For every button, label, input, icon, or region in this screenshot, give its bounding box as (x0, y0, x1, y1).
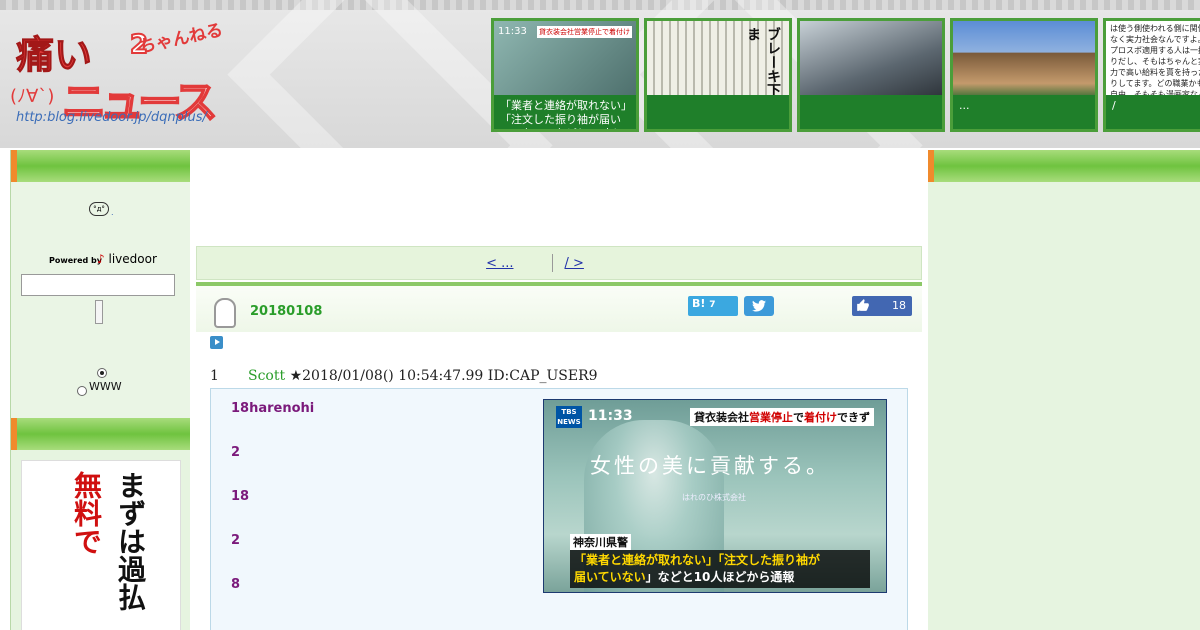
header-stripe (0, 0, 1200, 10)
next-article-link[interactable]: / > (565, 256, 632, 271)
livedoor-icon: ♪ (97, 252, 105, 266)
news-slogan: 女性の美に貢献する。 (590, 454, 830, 478)
search-section: °д° . Powered by ♪ livedoor WWW (11, 182, 190, 418)
logo-url: http:blog.livedoor.jp/dqnplus/ (16, 110, 207, 125)
sidebar-header-bar (11, 150, 191, 182)
search-input[interactable] (21, 274, 175, 296)
news-screenshot-image[interactable]: TBS NEWS 11:33 貸衣装会社営業停止で着付けできず 女性の美に貢献す… (543, 399, 887, 593)
facebook-like-button[interactable]: 18 (852, 296, 912, 316)
header-thumbnails: 11:33 貸衣装会社営業停止で着付け 「業者と連絡が取れない」「注文した振り袖… (491, 18, 1200, 134)
ad-text-black: まずは過払 (114, 471, 147, 611)
search-button[interactable] (95, 300, 103, 324)
response-line: 2 (231, 445, 241, 460)
twitter-bird-icon (752, 300, 766, 312)
news-headline-part: 貸衣装会社 (694, 411, 749, 424)
news-caption-line1: 「業者と連絡が取れない」「注文した振り袖が (574, 553, 821, 567)
hatena-bookmark-button[interactable]: B! 7 (688, 296, 738, 316)
sidebar-header-bar (928, 150, 1200, 182)
thumb-image (953, 21, 1095, 99)
news-place: 神奈川県警 (570, 534, 631, 550)
thumbs-up-icon (857, 299, 869, 311)
site-header: 痛い 2 ちゃんねる (ﾉ∀`) ニュース http:blog.livedoor… (0, 0, 1200, 148)
livedoor-label: livedoor (108, 252, 157, 266)
smiley-icon: °д° (89, 202, 109, 216)
news-headline-red: 営業停止 (749, 411, 793, 424)
response-name[interactable]: Scott (248, 368, 285, 384)
header-thumb-2[interactable]: ブレーキ下火のま (644, 18, 792, 132)
thumb-caption (647, 95, 789, 129)
news-caption-yellow: 届いていない (574, 570, 646, 584)
powered-by-label: Powered by (49, 256, 102, 265)
radio-www[interactable] (77, 386, 87, 396)
news-time: 11:33 (588, 408, 633, 424)
main-content: < ... / > 20180108 B! 7 18 1 Scott ★2018… (190, 150, 928, 630)
tbs-news-logo: TBS NEWS (556, 406, 582, 428)
sidebar-ad[interactable]: まずは過払 無料で (21, 460, 181, 630)
response-body: 18harenohi 2 18 2 8 TBS NEWS 11:33 貸衣装会社… (210, 388, 908, 630)
play-icon[interactable] (210, 336, 223, 349)
tweet-button[interactable] (744, 296, 774, 316)
news-caption-line2: 」などと10人ほどから通報 (645, 570, 795, 584)
news-headline: 貸衣装会社営業停止で着付けできず (690, 408, 874, 426)
thumb-caption: 「業者と連絡が取れない」「注文した振り袖が届いていない」などと10人ほどから通報 (494, 95, 636, 129)
news-company: はれのひ株式会社 (682, 493, 746, 502)
article-header: 20180108 B! 7 18 (196, 286, 922, 349)
news-headline-red: 着付け (804, 411, 837, 424)
like-count: 18 (892, 299, 906, 312)
response-number: 1 (210, 368, 219, 384)
header-thumb-3[interactable] (797, 18, 945, 132)
header-thumb-5[interactable]: は使う側使われる側に関係なく実力社会なんですよ。プロスポ適用する人は一握りだし、… (1103, 18, 1200, 132)
logo-face: (ﾉ∀`) (10, 86, 55, 107)
article: 20180108 B! 7 18 1 Scott ★2018/01/08() 10… (196, 286, 922, 630)
hatena-label: B! (692, 297, 706, 310)
article-date: 20180108 (250, 304, 323, 319)
response-meta: ★2018/01/08() 10:54:47.99 ID:CAP_USER9 (289, 368, 598, 384)
right-sidebar (928, 150, 1200, 630)
response-line: 18 (231, 489, 250, 504)
response-line: 2 (231, 533, 241, 548)
news-caption: 「業者と連絡が取れない」「注文した振り袖が 届いていない」などと10人ほどから通… (570, 550, 870, 588)
header-thumb-4[interactable]: ... (950, 18, 1098, 132)
thumb-time: 11:33 (498, 26, 527, 37)
site-logo[interactable]: 痛い 2 ちゃんねる (ﾉ∀`) ニュース http:blog.livedoor… (10, 20, 240, 132)
news-headline-part: できず (837, 411, 870, 424)
prev-article-link[interactable]: < ... (486, 256, 539, 271)
response-lines: 18harenohi 2 18 2 8 (231, 401, 314, 621)
livedoor-logo: ♪ livedoor (97, 252, 157, 266)
sidebar-header-bar (11, 418, 191, 450)
ad-text-red: 無料で (70, 471, 103, 555)
news-headline-part: で (793, 411, 804, 424)
response-line: 8 (231, 577, 241, 592)
left-sidebar: °д° . Powered by ♪ livedoor WWW まずは過払 無料… (10, 150, 191, 630)
thumb-caption (800, 95, 942, 129)
thumb-image (800, 21, 942, 99)
pager-separator (551, 254, 553, 272)
cat-icon (214, 298, 236, 328)
ad-space (190, 150, 928, 244)
dot-link[interactable]: . (111, 208, 114, 217)
radio-blog[interactable] (97, 368, 107, 378)
pager: < ... / > (196, 246, 922, 280)
response-header: 1 Scott ★2018/01/08() 10:54:47.99 ID:CAP_… (210, 368, 598, 384)
header-thumb-1[interactable]: 11:33 貸衣装会社営業停止で着付け 「業者と連絡が取れない」「注文した振り袖… (491, 18, 639, 132)
thumb-caption: ... (953, 95, 1095, 129)
www-label: WWW (89, 380, 122, 393)
hatena-count: 7 (709, 300, 716, 310)
thumb-label: 貸衣装会社営業停止で着付け (537, 26, 632, 38)
logo-chan: ちゃんねる (137, 20, 225, 58)
thumb-caption: / (1106, 95, 1200, 129)
response-line: 18harenohi (231, 401, 315, 416)
